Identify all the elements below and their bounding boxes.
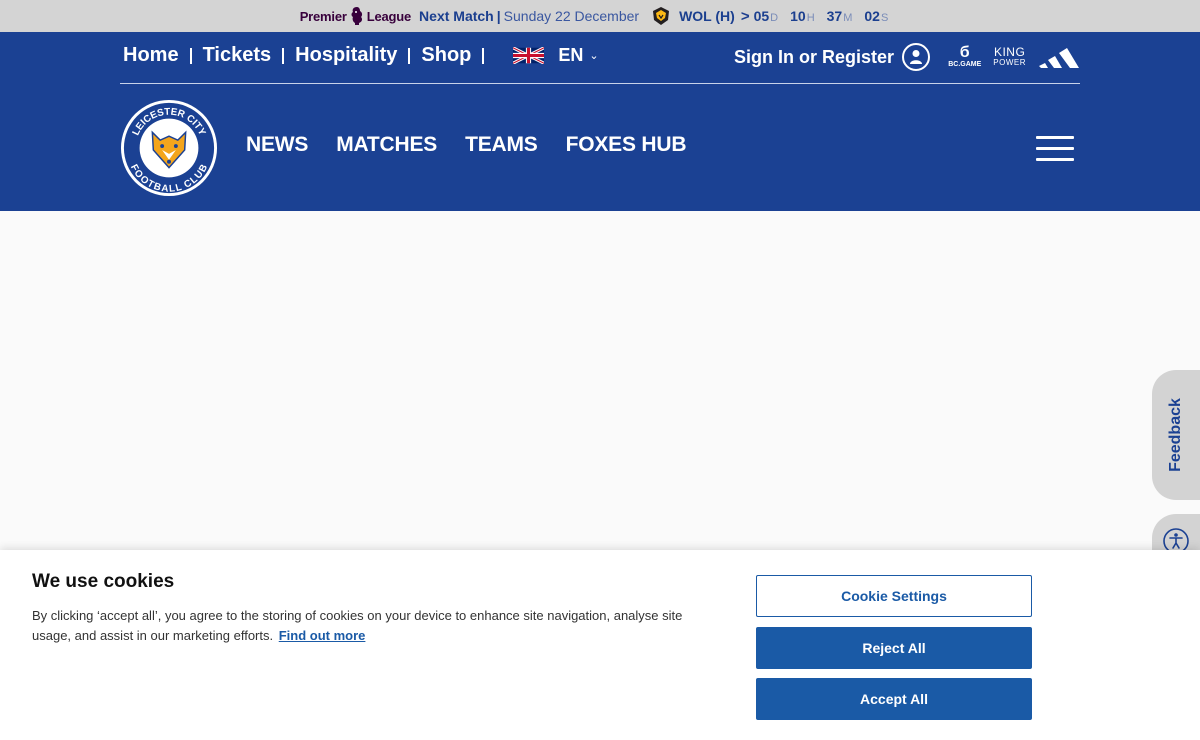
language-code: EN bbox=[558, 45, 584, 65]
cookie-banner: We use cookies By clicking ‘accept all’,… bbox=[0, 550, 1200, 740]
countdown-minutes: 37 M bbox=[826, 8, 853, 24]
premier-league-text-right: League bbox=[366, 8, 412, 24]
premier-league-lion-icon bbox=[351, 7, 362, 25]
nav-shop-link[interactable]: Shop bbox=[421, 44, 471, 67]
feedback-tab[interactable]: Feedback bbox=[1152, 370, 1200, 500]
cookie-settings-button[interactable]: Cookie Settings bbox=[756, 575, 1032, 617]
accept-all-button[interactable]: Accept All bbox=[756, 678, 1032, 720]
countdown-hours: 10 H bbox=[790, 8, 815, 24]
chevron-down-icon: ⌄ bbox=[589, 50, 599, 62]
premier-league-logo: Premier League bbox=[300, 6, 411, 26]
utility-nav: Home Tickets Hospitality Shop EN ⌄ Sign … bbox=[120, 32, 1080, 84]
opponent-label: WOL (H) bbox=[679, 8, 735, 24]
leicester-city-crest[interactable]: LEICESTER CITY FOOTBALL CLUB bbox=[120, 99, 218, 197]
divider bbox=[482, 47, 485, 64]
premier-league-text-left: Premier bbox=[299, 8, 347, 24]
nav-home-link[interactable]: Home bbox=[123, 44, 179, 67]
divider bbox=[282, 47, 285, 64]
nav-tickets-link[interactable]: Tickets bbox=[203, 44, 272, 67]
bc-game-logo[interactable]: б BC.GAME bbox=[948, 43, 982, 68]
wolves-badge-icon bbox=[653, 7, 670, 25]
king-power-logo[interactable]: KING POWER bbox=[993, 46, 1026, 67]
divider bbox=[408, 47, 411, 64]
king-power-bottom: POWER bbox=[993, 57, 1026, 67]
sign-in-register[interactable]: Sign In or Register bbox=[734, 43, 930, 71]
cookie-description: By clicking ‘accept all’, you agree to t… bbox=[32, 606, 712, 646]
bc-game-text: BC.GAME bbox=[948, 60, 982, 68]
king-power-top: KING bbox=[993, 44, 1026, 59]
next-match-bar[interactable]: Premier League Next Match | Sunday 22 De… bbox=[0, 0, 1200, 32]
nav-foxes-hub-link[interactable]: FOXES HUB bbox=[566, 133, 687, 157]
adidas-logo-icon[interactable] bbox=[1038, 44, 1080, 68]
bc-game-mark-icon: б bbox=[959, 43, 970, 61]
divider bbox=[189, 47, 192, 64]
nav-teams-link[interactable]: TEAMS bbox=[465, 133, 538, 157]
next-match-label: Next Match bbox=[419, 8, 494, 24]
countdown-days: 05 D bbox=[753, 8, 779, 24]
cookie-title: We use cookies bbox=[32, 571, 175, 592]
find-out-more-link[interactable]: Find out more bbox=[279, 628, 366, 643]
countdown-arrow: > bbox=[740, 7, 750, 25]
sponsor-logos: б BC.GAME KING POWER bbox=[948, 44, 1080, 68]
utility-links: Home Tickets Hospitality Shop EN ⌄ bbox=[123, 44, 599, 67]
language-selector[interactable]: EN ⌄ bbox=[513, 45, 599, 66]
main-nav: NEWS MATCHES TEAMS FOXES HUB bbox=[246, 133, 714, 157]
nav-hospitality-link[interactable]: Hospitality bbox=[295, 44, 397, 67]
user-account-icon bbox=[902, 43, 930, 71]
nav-matches-link[interactable]: MATCHES bbox=[336, 133, 437, 157]
countdown-seconds: 02 S bbox=[864, 8, 889, 24]
reject-all-button[interactable]: Reject All bbox=[756, 627, 1032, 669]
sign-in-label: Sign In or Register bbox=[733, 46, 894, 67]
uk-flag-icon bbox=[513, 47, 545, 64]
nav-news-link[interactable]: NEWS bbox=[246, 133, 308, 157]
menu-hamburger-icon[interactable] bbox=[1036, 136, 1074, 162]
site-header: Home Tickets Hospitality Shop EN ⌄ Sign … bbox=[0, 32, 1200, 211]
feedback-label: Feedback bbox=[1167, 398, 1184, 472]
separator: | bbox=[496, 8, 501, 24]
match-date: Sunday 22 December bbox=[503, 8, 640, 24]
